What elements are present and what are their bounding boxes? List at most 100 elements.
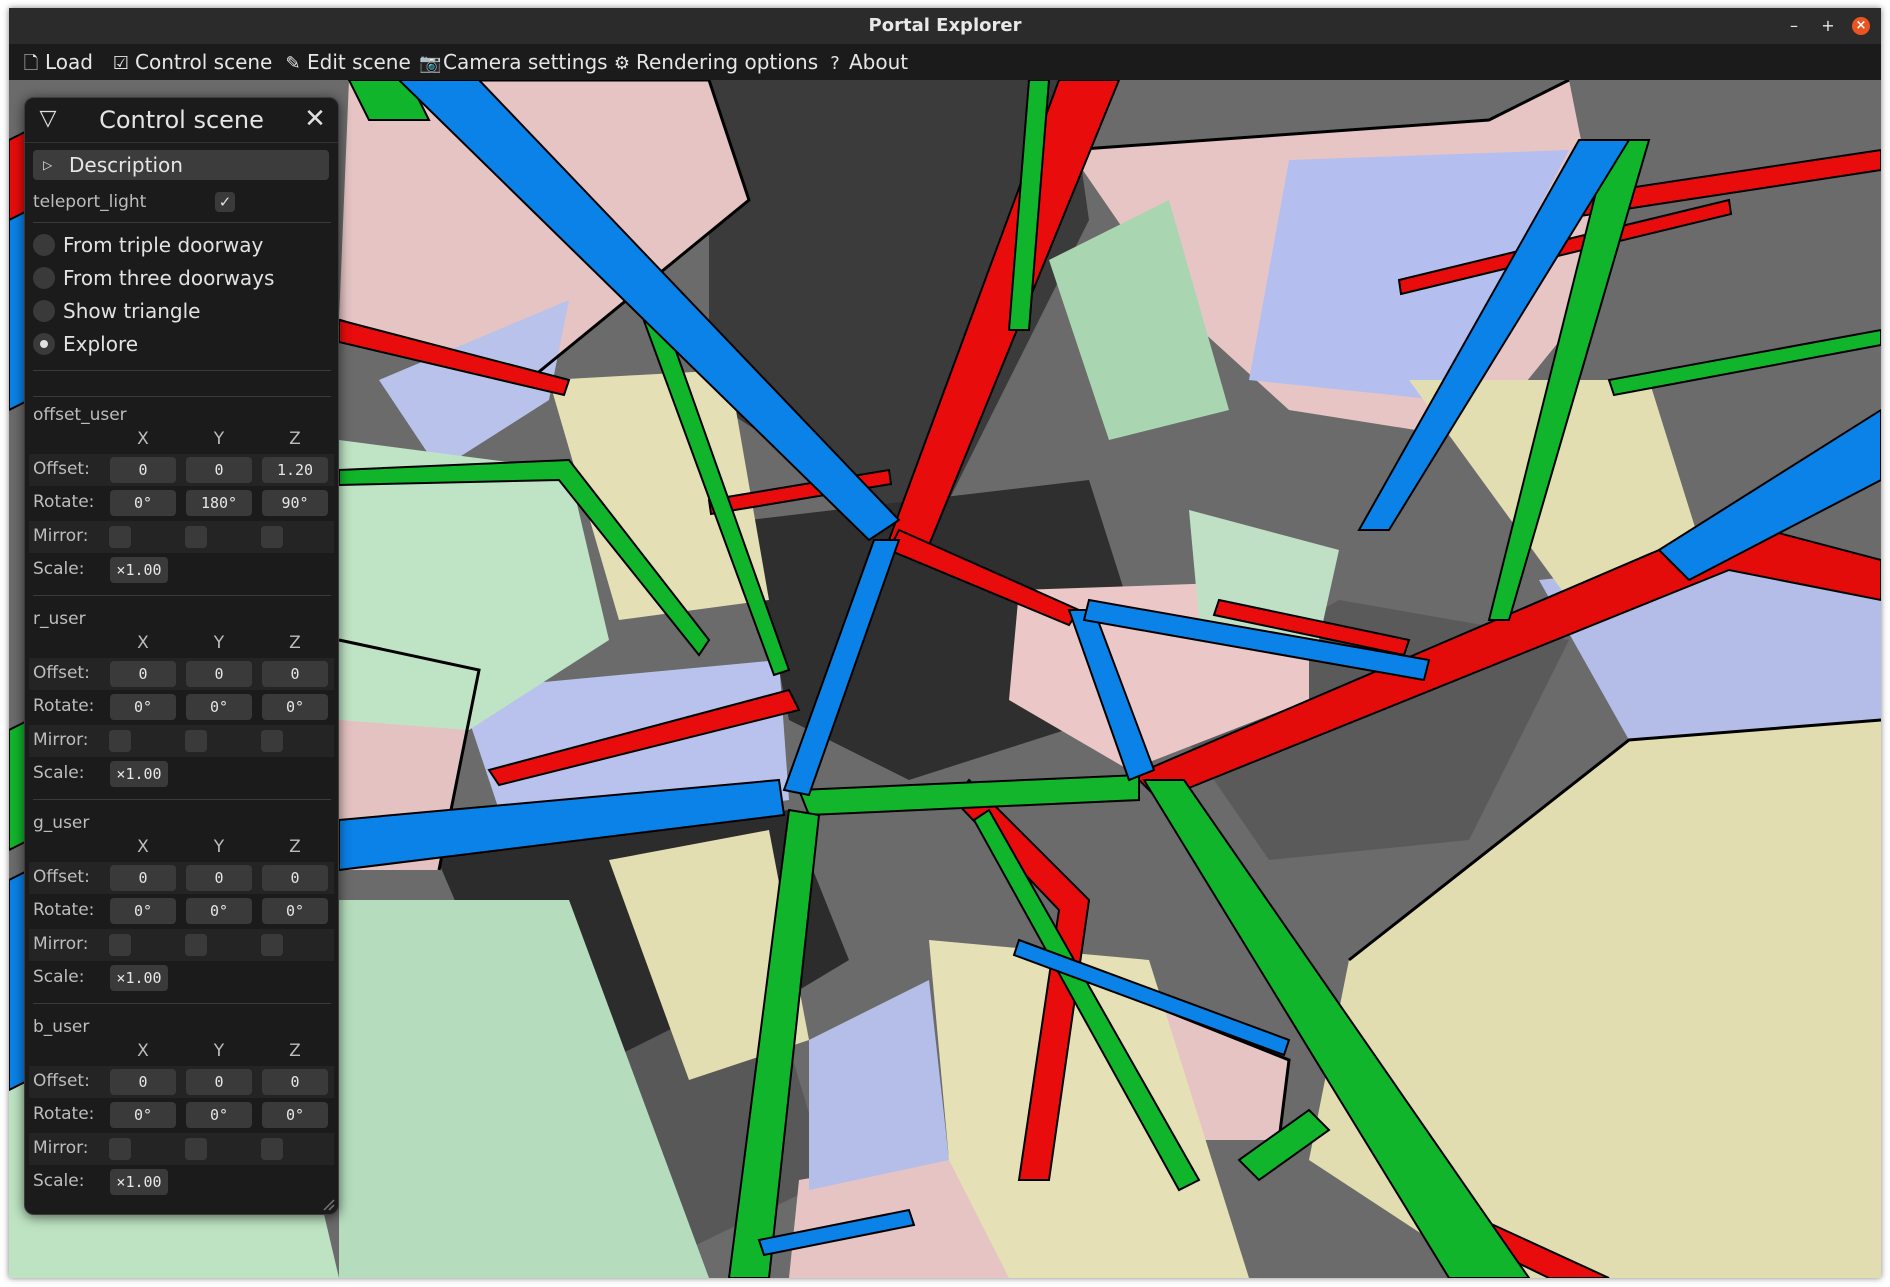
mirror-z-checkbox[interactable]: [261, 526, 283, 548]
mirror-z-checkbox[interactable]: [261, 934, 283, 956]
rotate-z-field[interactable]: 0°: [262, 1102, 328, 1128]
rotate-y-field[interactable]: 0°: [186, 898, 252, 924]
radio-explore[interactable]: Explore: [33, 329, 329, 359]
axis-header-y: Y: [213, 429, 225, 449]
scale-field[interactable]: ×1.00: [110, 761, 168, 787]
mirror-y-checkbox[interactable]: [185, 1138, 207, 1160]
mirror-z-checkbox[interactable]: [261, 1138, 283, 1160]
offset-x-field[interactable]: 0: [110, 661, 176, 687]
axis-header-y: Y: [213, 837, 225, 857]
scale-field[interactable]: ×1.00: [110, 965, 168, 991]
radio-label: Explore: [63, 332, 139, 356]
radio-dot: [40, 340, 48, 348]
camera-icon: 📷: [419, 53, 442, 74]
radio-button-selected[interactable]: [33, 333, 55, 355]
rotate-z-field[interactable]: 90°: [262, 490, 328, 516]
mirror-label: Mirror:: [33, 730, 89, 750]
rotate-x-field[interactable]: 0°: [110, 1102, 176, 1128]
mirror-label: Mirror:: [33, 526, 89, 546]
mirror-x-checkbox[interactable]: [109, 934, 131, 956]
radio-button[interactable]: [33, 267, 55, 289]
rotate-z-field[interactable]: 0°: [262, 898, 328, 924]
offset-y-field[interactable]: 0: [186, 865, 252, 891]
close-icon[interactable]: ✕: [302, 105, 328, 133]
mirror-x-checkbox[interactable]: [109, 526, 131, 548]
radio-button[interactable]: [33, 234, 55, 256]
teleport-light-label: teleport_light: [33, 192, 147, 212]
radio-from-triple-doorway[interactable]: From triple doorway: [33, 230, 329, 260]
question-icon: ?: [830, 53, 840, 74]
section-title: r_user: [33, 609, 86, 629]
menu-camera-settings[interactable]: 📷Camera settings: [419, 44, 608, 80]
radio-button[interactable]: [33, 300, 55, 322]
menu-load[interactable]: 🗋 Load: [21, 44, 93, 80]
axis-header-y: Y: [213, 1041, 225, 1061]
offset-z-field[interactable]: 0: [262, 865, 328, 891]
mirror-x-checkbox[interactable]: [109, 730, 131, 752]
menu-camera-settings-label: Camera settings: [443, 50, 608, 74]
menu-rendering-options[interactable]: ⚙ Rendering options: [612, 44, 818, 80]
expand-triangle-icon: ▷: [43, 158, 53, 172]
axis-header-x: X: [137, 1041, 149, 1061]
rotate-label: Rotate:: [33, 696, 95, 716]
separator: [33, 1003, 331, 1004]
menu-rendering-options-label: Rendering options: [636, 50, 819, 74]
menu-control-scene[interactable]: ☑ Control scene: [111, 44, 272, 80]
close-window-button[interactable]: ×: [1852, 17, 1870, 35]
radio-show-triangle[interactable]: Show triangle: [33, 296, 329, 326]
document-icon: 🗋: [23, 53, 39, 74]
offset-y-field[interactable]: 0: [186, 457, 252, 483]
offset-x-field[interactable]: 0: [110, 865, 176, 891]
teleport-light-row: teleport_light ✓: [33, 188, 329, 216]
rotate-y-field[interactable]: 180°: [186, 490, 252, 516]
offset-z-field[interactable]: 0: [262, 1069, 328, 1095]
panel-header: ▽ Control scene ✕: [25, 98, 338, 143]
rotate-x-field[interactable]: 0°: [110, 898, 176, 924]
offset-label: Offset:: [33, 867, 90, 887]
title-bar: Portal Explorer – + ×: [9, 8, 1881, 44]
rotate-z-field[interactable]: 0°: [262, 694, 328, 720]
resize-grip-icon[interactable]: [321, 1197, 335, 1211]
menu-about-label: About: [849, 50, 909, 74]
pencil-icon: ✎: [285, 53, 301, 74]
offset-x-field[interactable]: 0: [110, 457, 176, 483]
separator: [33, 799, 331, 800]
panel-title: Control scene: [99, 106, 264, 134]
separator: [33, 595, 331, 596]
axis-header-z: Z: [289, 633, 301, 653]
offset-z-field[interactable]: 0: [262, 661, 328, 687]
scale-label: Scale:: [33, 763, 85, 783]
axis-header-y: Y: [213, 633, 225, 653]
rotate-y-field[interactable]: 0°: [186, 694, 252, 720]
description-label: Description: [69, 153, 183, 177]
mirror-z-checkbox[interactable]: [261, 730, 283, 752]
section-title: offset_user: [33, 405, 127, 425]
mirror-y-checkbox[interactable]: [185, 526, 207, 548]
offset-label: Offset:: [33, 1071, 90, 1091]
checkbox-icon: ☑: [112, 53, 130, 74]
separator: [33, 222, 331, 223]
minimize-button[interactable]: –: [1785, 17, 1803, 35]
offset-x-field[interactable]: 0: [110, 1069, 176, 1095]
mirror-y-checkbox[interactable]: [185, 730, 207, 752]
scale-label: Scale:: [33, 1171, 85, 1191]
radio-label: Show triangle: [63, 299, 201, 323]
offset-label: Offset:: [33, 663, 90, 683]
rotate-x-field[interactable]: 0°: [110, 490, 176, 516]
window-title: Portal Explorer: [868, 15, 1022, 36]
offset-y-field[interactable]: 0: [186, 1069, 252, 1095]
offset-y-field[interactable]: 0: [186, 661, 252, 687]
menu-edit-scene[interactable]: ✎ Edit scene: [283, 44, 410, 80]
rotate-y-field[interactable]: 0°: [186, 1102, 252, 1128]
offset-z-field[interactable]: 1.20: [262, 457, 328, 483]
maximize-button[interactable]: +: [1819, 17, 1837, 35]
mirror-x-checkbox[interactable]: [109, 1138, 131, 1160]
teleport-light-checkbox[interactable]: ✓: [215, 192, 235, 212]
scale-field[interactable]: ×1.00: [110, 557, 168, 583]
mirror-y-checkbox[interactable]: [185, 934, 207, 956]
rotate-x-field[interactable]: 0°: [110, 694, 176, 720]
menu-about[interactable]: ? About: [825, 44, 908, 80]
radio-from-three-doorways[interactable]: From three doorways: [33, 263, 329, 293]
description-header[interactable]: ▷ Description: [33, 150, 329, 180]
scale-field[interactable]: ×1.00: [110, 1169, 168, 1195]
